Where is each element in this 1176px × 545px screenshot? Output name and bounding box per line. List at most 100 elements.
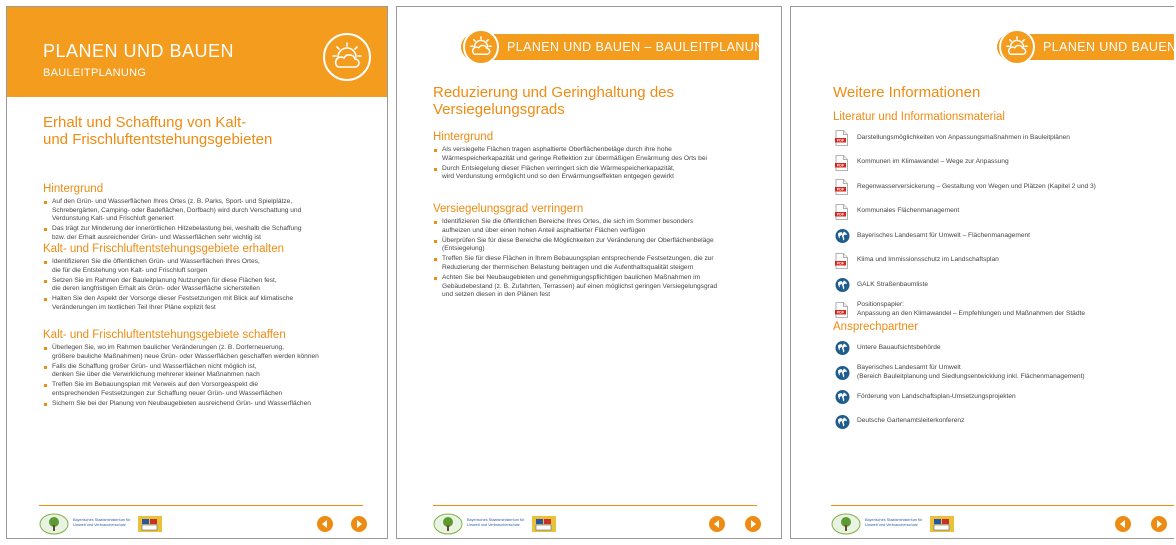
group-heading: Versiegelungsgrad verringern: [433, 203, 584, 215]
list-item: Überprüfen Sie für diese Bereiche die Mö…: [433, 237, 757, 254]
resource-label: Bayerisches Landesamt für Umwelt – Fläch…: [857, 231, 1030, 239]
list-item: Überlegen Sie, wo im Rahmen baulicher Ve…: [43, 344, 363, 361]
resource-link[interactable]: PDF Kommunen im Klimawandel – Wege zur An…: [833, 154, 1150, 172]
header-subtitle: BAULEITPLANUNG: [43, 67, 147, 79]
list-item: Treffen Sie für diese Flächen in Ihrem B…: [433, 255, 757, 272]
arrow-left-icon: [714, 520, 719, 528]
resource-label: GALK Straßenbaumliste: [857, 280, 929, 288]
tree-logo-icon: [39, 513, 69, 535]
footer-divider: [831, 505, 1174, 506]
tree-logo-icon: [831, 513, 861, 535]
svg-text:PDF: PDF: [837, 261, 845, 265]
section-title: Erhalt und Schaffung von Kalt- und Frisc…: [43, 114, 273, 148]
header-title: PLANEN UND BAUEN – BAULEITPLANUNG: [507, 40, 774, 54]
arrow-right-icon: [357, 520, 362, 528]
previous-page-button[interactable]: [709, 516, 725, 532]
state-crest-icon: [138, 516, 162, 532]
resource-link[interactable]: PDF Kommunales Flächenmanagement: [833, 203, 1150, 221]
resource-label: Positionspapier: Anpassung an den Klimaw…: [857, 301, 1086, 317]
header-title: PLANEN UND BAUEN: [1043, 40, 1174, 54]
contacts-heading: Ansprechpartner: [833, 321, 919, 333]
resource-label: Klima und Immissionsschutz im Landschaft…: [857, 256, 999, 264]
list-item: Identifizieren Sie die öffentlichen Grün…: [43, 258, 363, 275]
page-header: PLANEN UND BAUEN: [997, 29, 1174, 65]
svg-text:PDF: PDF: [837, 310, 845, 314]
resource-label: Darstellungsmöglichkeiten von Anpassungs…: [857, 133, 1070, 141]
page-header: PLANEN UND BAUEN BAULEITPLANUNG: [7, 7, 387, 97]
arrow-right-icon: [1157, 520, 1162, 528]
literature-heading: Literatur und Informationsmaterial: [833, 111, 1005, 123]
svg-text:PDF: PDF: [837, 139, 845, 143]
resource-label: Deutsche Gartenamtsleiterkonferenz: [857, 417, 965, 425]
list-item: Als versiegelte Flächen tragen asphaltie…: [433, 146, 757, 163]
arrow-right-icon: [751, 520, 756, 528]
sun-cloud-logo-icon: [323, 33, 371, 81]
list-item: Achten Sie bei Neubaugebieten und genehm…: [433, 274, 757, 300]
previous-page-button[interactable]: [1115, 516, 1131, 532]
group-reduce-sealing: Versiegelungsgrad verringern Identifizie…: [433, 203, 757, 301]
resource-link[interactable]: Förderung von Landschaftsplan-Umsetzungs…: [833, 388, 1150, 406]
list-item: Treffen Sie im Bebauungsplan mit Verweis…: [43, 381, 363, 398]
resource-label: Bayerisches Landesamt für Umwelt (Bereic…: [857, 364, 1085, 380]
page-1: PLANEN UND BAUEN BAULEITPLANUNG Erhalt u…: [6, 6, 388, 539]
list-item: Identifizieren Sie die öffentlichen Bere…: [433, 218, 757, 235]
resource-link[interactable]: PDF Klima und Immissionsschutz im Landsch…: [833, 252, 1150, 270]
group-background: Hintergrund Als versiegelte Flächen trag…: [433, 131, 757, 183]
section-title: Weitere Informationen: [833, 84, 981, 101]
group-create: Kalt- und Frischluftentstehungsgebiete s…: [43, 329, 363, 410]
ministry-name: Bayerisches Staatsministerium für Umwelt…: [865, 518, 923, 527]
resource-link[interactable]: Untere Bauaufsichtsbehörde: [833, 339, 1150, 357]
resource-label: Förderung von Landschaftsplan-Umsetzungs…: [857, 392, 1016, 400]
arrow-left-icon: [322, 520, 327, 528]
literature-section: Literatur und Informationsmaterial PDF Da…: [833, 111, 1150, 325]
footer-divider: [433, 505, 757, 506]
resource-label: Untere Bauaufsichtsbehörde: [857, 343, 941, 351]
resource-link[interactable]: PDF Positionspapier: Anpassung an den Kli…: [833, 301, 1150, 319]
previous-page-button[interactable]: [317, 516, 333, 532]
list-item: Falls die Schaffung großer Grün- und Was…: [43, 363, 363, 380]
page-3: PLANEN UND BAUEN Weitere Informationen L…: [790, 6, 1174, 539]
resource-label: Kommunen im Klimawandel – Wege zur Anpas…: [857, 158, 1009, 166]
state-crest-icon: [532, 516, 556, 532]
list-item: Das trägt zur Minderung der innerörtlich…: [43, 225, 363, 242]
group-preserve: Kalt- und Frischluftentstehungsgebiete e…: [43, 243, 363, 314]
resource-link[interactable]: GALK Straßenbaumliste: [833, 276, 1150, 294]
ministry-name: Bayerisches Staatsministerium für Umwelt…: [467, 518, 525, 527]
list-item: Setzen Sie im Rahmen der Bauleitplanung …: [43, 277, 363, 294]
list-item: Durch Entsiegelung dieser Flächen verrin…: [433, 165, 757, 182]
list-item: Halten Sie den Aspekt der Vorsorge diese…: [43, 295, 363, 312]
list-item: Sichern Sie bei der Planung von Neubauge…: [43, 400, 363, 409]
svg-text:PDF: PDF: [837, 163, 845, 167]
group-heading: Kalt- und Frischluftentstehungsgebiete e…: [43, 243, 285, 255]
resource-link[interactable]: Bayerisches Landesamt für Umwelt – Fläch…: [833, 227, 1150, 245]
group-heading: Hintergrund: [433, 131, 494, 143]
group-heading: Kalt- und Frischluftentstehungsgebiete s…: [43, 329, 286, 341]
next-page-button[interactable]: [351, 516, 367, 532]
group-background: Hintergrund Auf den Grün- und Wasserfläc…: [43, 183, 363, 244]
next-page-button[interactable]: [1151, 516, 1167, 532]
resource-label: Kommunales Flächenmanagement: [857, 207, 960, 215]
svg-text:PDF: PDF: [837, 212, 845, 216]
resource-link[interactable]: Deutsche Gartenamtsleiterkonferenz: [833, 413, 1150, 431]
state-crest-icon: [930, 516, 954, 532]
group-heading: Hintergrund: [43, 183, 104, 195]
resource-link[interactable]: Bayerisches Landesamt für Umwelt (Bereic…: [833, 364, 1150, 382]
tree-logo-icon: [433, 513, 463, 535]
arrow-left-icon: [1120, 520, 1125, 528]
next-page-button[interactable]: [745, 516, 761, 532]
page-header: PLANEN UND BAUEN – BAULEITPLANUNG: [461, 29, 773, 65]
svg-text:PDF: PDF: [837, 188, 845, 192]
page-2: PLANEN UND BAUEN – BAULEITPLANUNG Reduzi…: [396, 6, 782, 539]
list-item: Auf den Grün- und Wasserflächen Ihres Or…: [43, 198, 363, 224]
sun-cloud-logo-icon: [463, 29, 499, 65]
ministry-name: Bayerisches Staatsministerium für Umwelt…: [73, 518, 131, 527]
resource-link[interactable]: PDF Regenwasserversickerung – Gestaltung …: [833, 178, 1150, 196]
resource-label: Regenwasserversickerung – Gestaltung von…: [857, 182, 1096, 190]
sun-cloud-logo-icon: [999, 29, 1035, 65]
contacts-list: Untere Bauaufsichtsbehörde Bayerisches La…: [833, 339, 1150, 431]
section-title: Reduzierung und Geringhaltung des Versie…: [433, 84, 675, 118]
header-title: PLANEN UND BAUEN: [43, 41, 235, 61]
resource-link[interactable]: PDF Darstellungsmöglichkeiten von Anpassu…: [833, 129, 1150, 147]
contacts-section: Ansprechpartner Untere Bauaufsichtsbehör…: [833, 321, 1150, 437]
footer-divider: [39, 505, 363, 506]
